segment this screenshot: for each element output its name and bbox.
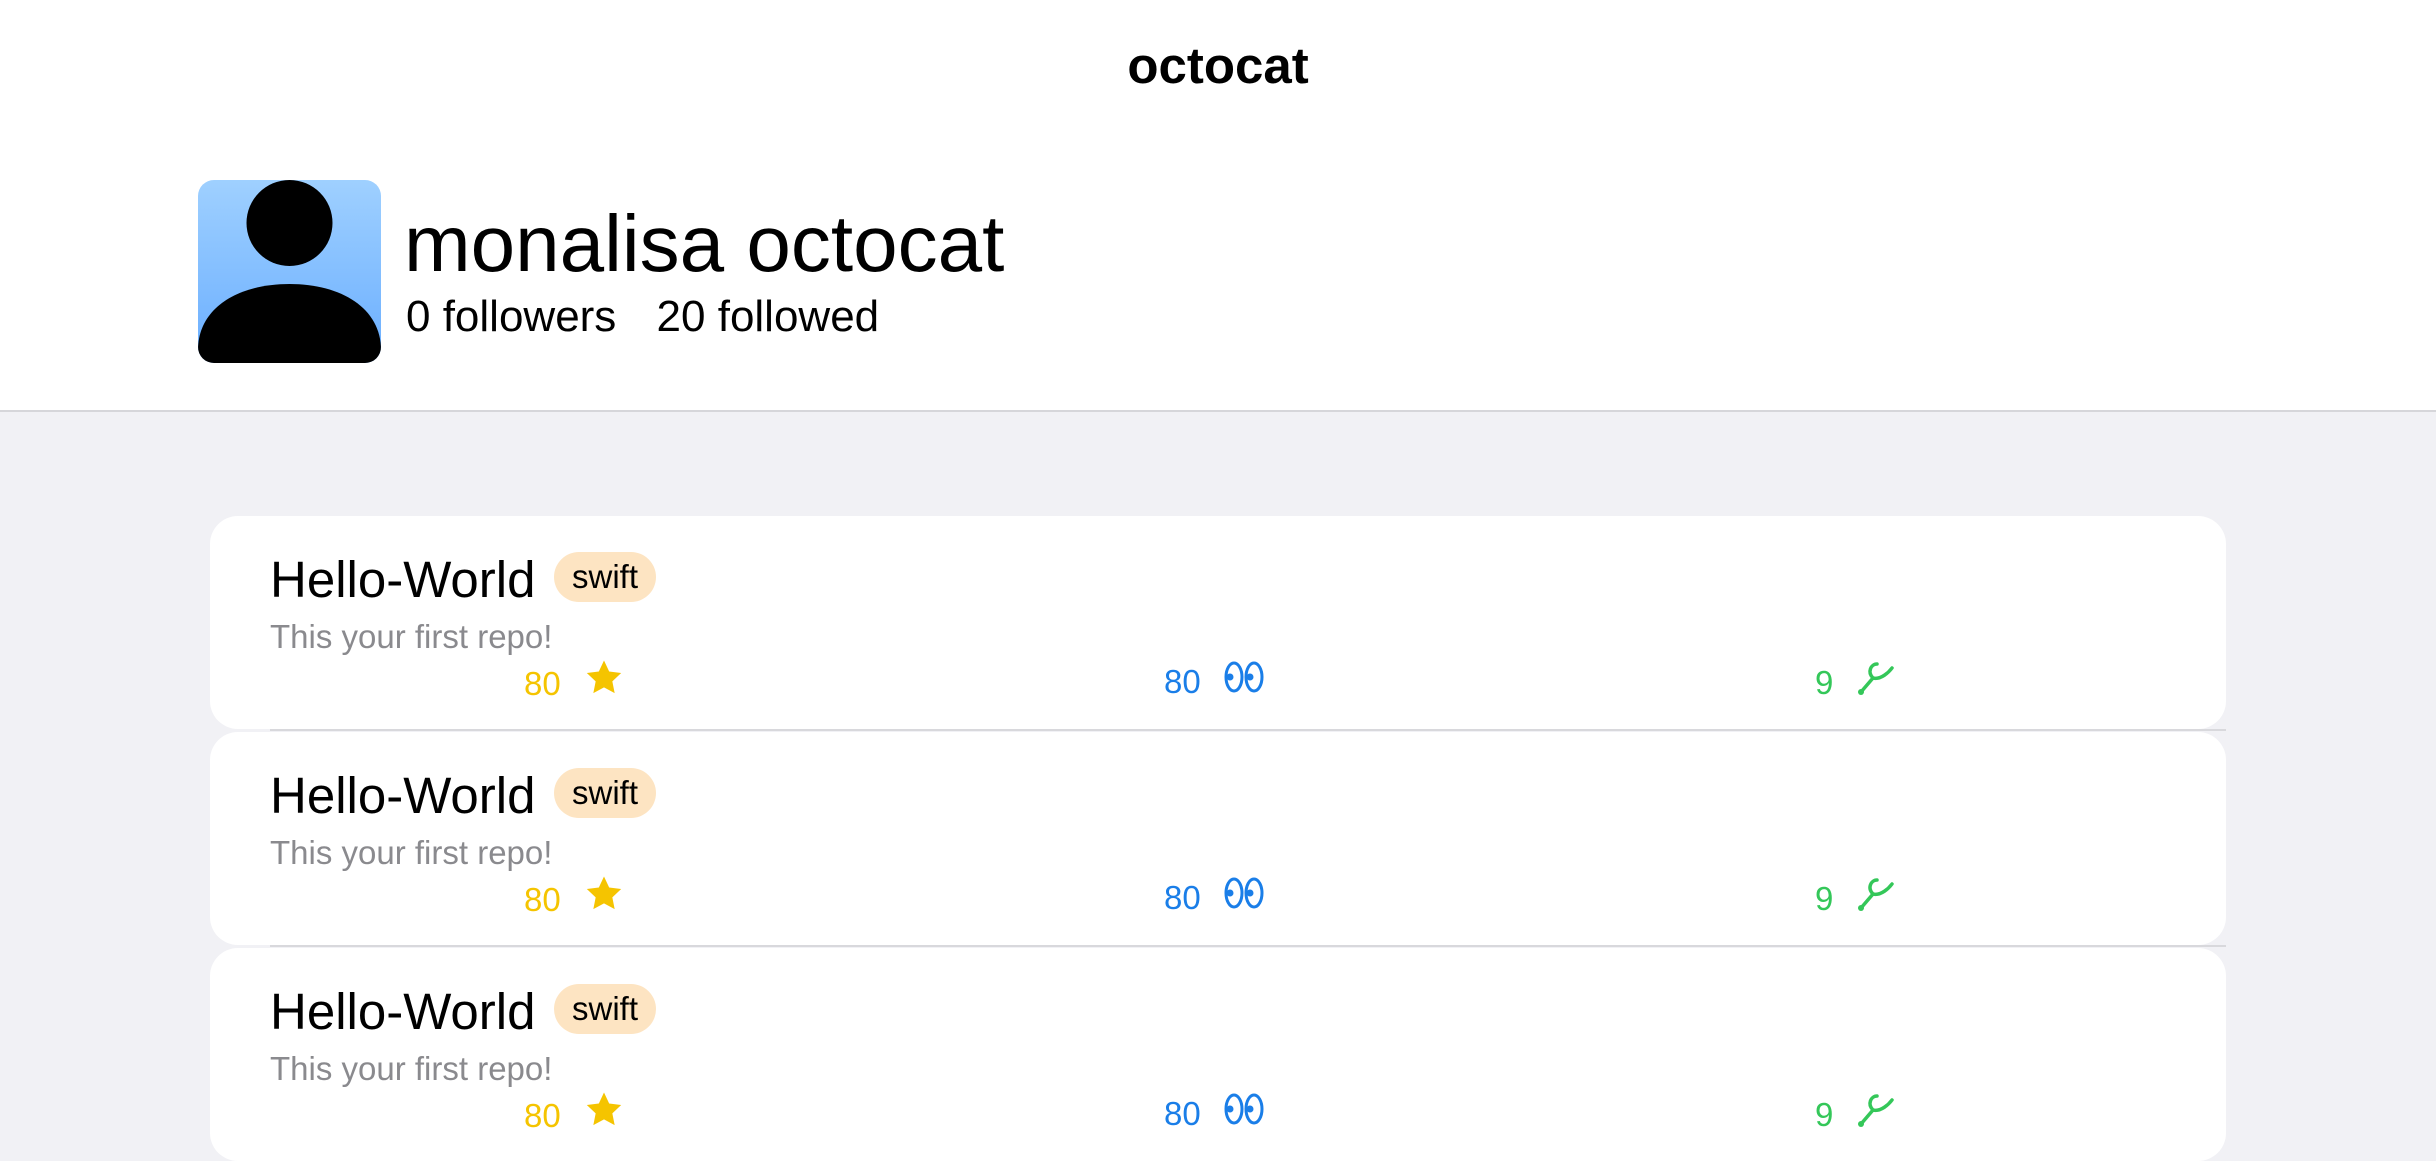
stars-stat: 80 [524,1090,624,1134]
repo-card[interactable]: Hello-World swift This your first repo! … [210,948,2226,1161]
divider [270,945,2226,947]
eyes-icon [1224,1092,1264,1137]
repo-name: Hello-World [270,551,536,608]
repo-card[interactable]: Hello-World swift This your first repo! … [210,732,2226,947]
forks-count: 9 [1815,1095,1834,1133]
eyes-icon [1224,660,1264,705]
profile-stats: 0 followers 20 followed [406,292,879,342]
tuning-fork-icon [1857,658,1895,707]
nav-title: octocat [1127,37,1309,94]
stars-count: 80 [524,880,561,918]
divider [270,729,2226,731]
watchers-count: 80 [1164,663,1201,701]
avatar[interactable] [198,180,381,363]
stars-stat: 80 [524,658,624,702]
forks-stat: 9 [1815,874,1895,918]
repo-card[interactable]: Hello-World swift This your first repo! … [210,516,2226,731]
followed-count[interactable]: 20 followed [657,292,880,342]
forks-stat: 9 [1815,1090,1895,1134]
followers-count[interactable]: 0 followers [406,292,616,342]
stars-count: 80 [524,664,561,702]
watchers-count: 80 [1164,1095,1201,1133]
language-badge: swift [554,552,656,602]
repo-description: This your first repo! [270,834,553,871]
tuning-fork-icon [1857,874,1895,923]
forks-count: 9 [1815,663,1834,701]
stars-stat: 80 [524,874,624,918]
language-badge: swift [554,768,656,818]
repo-description: This your first repo! [270,1050,553,1087]
repo-description: This your first repo! [270,618,553,655]
stars-count: 80 [524,1096,561,1134]
watchers-count: 80 [1164,879,1201,917]
star-icon [584,1090,624,1141]
repo-name: Hello-World [270,767,536,824]
star-icon [584,658,624,709]
language-badge: swift [554,984,656,1034]
watchers-stat: 80 [1164,874,1264,918]
tuning-fork-icon [1857,1090,1895,1139]
forks-stat: 9 [1815,658,1895,702]
profile-header: octocat monalisa octocat 0 followers 20 … [0,0,2436,412]
profile-name: monalisa octocat [404,199,1005,288]
person-icon [198,180,381,363]
repo-name: Hello-World [270,983,536,1040]
star-icon [584,874,624,925]
watchers-stat: 80 [1164,658,1264,702]
eyes-icon [1224,876,1264,921]
forks-count: 9 [1815,879,1834,917]
watchers-stat: 80 [1164,1090,1264,1134]
